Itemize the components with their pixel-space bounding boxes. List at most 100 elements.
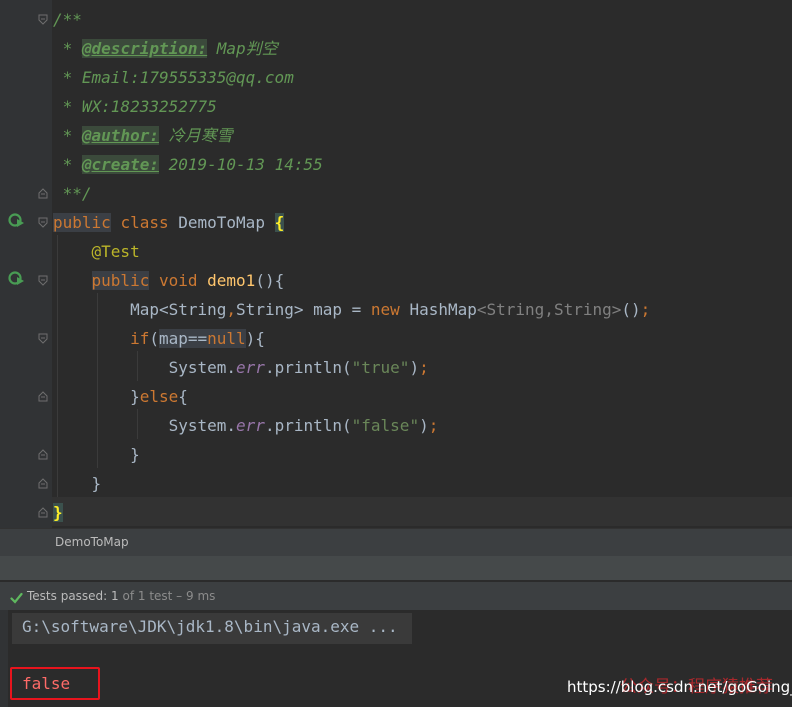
fold-icon[interactable] <box>38 217 48 228</box>
code-text: ; <box>640 300 651 319</box>
code-text: ){ <box>245 329 265 348</box>
code-line: System.err.println("false"); <box>53 411 439 440</box>
code-text: ) <box>409 358 420 377</box>
code-line: **/ <box>53 179 92 208</box>
keyword: public <box>53 213 111 232</box>
variable: map <box>158 329 188 348</box>
class-name: DemoToMap <box>178 213 265 232</box>
fold-icon[interactable] <box>38 275 48 286</box>
code-text: System. <box>168 358 237 377</box>
code-text: < <box>158 300 169 319</box>
comment-text: * WX:18233252775 <box>53 97 217 116</box>
code-text: HashMap <box>399 300 477 319</box>
code-text: System. <box>168 416 237 435</box>
tool-window-header <box>0 556 792 580</box>
run-test-icon[interactable] <box>8 270 26 288</box>
comment-text: Map判空 <box>207 39 278 58</box>
comment-text: * Email:179555335@qq.com <box>53 68 294 87</box>
code-text: String <box>236 300 294 319</box>
code-text: > map = <box>293 300 371 319</box>
code-text: ; <box>419 358 429 377</box>
code-line: Map<String,String> map = new HashMap<Str… <box>53 295 650 324</box>
code-text: String <box>168 300 227 319</box>
code-line: * Email:179555335@qq.com <box>53 63 294 92</box>
doc-tag: @description: <box>81 39 208 58</box>
fold-icon[interactable] <box>38 188 48 199</box>
comment-text: /** <box>53 10 82 29</box>
code-text: () <box>621 300 641 319</box>
fold-icon[interactable] <box>38 391 48 402</box>
comment-text: 2019-10-13 14:55 <box>158 155 323 174</box>
code-text: } <box>130 387 140 406</box>
fold-icon[interactable] <box>38 333 48 344</box>
code-line: * @create: 2019-10-13 14:55 <box>53 150 323 179</box>
code-text: .println( <box>264 358 352 377</box>
code-line: public void demo1(){ <box>53 266 284 295</box>
code-text: } <box>130 445 140 464</box>
code-line: } <box>53 440 140 469</box>
code-line: }else{ <box>53 382 188 411</box>
annotation: @Test <box>91 242 140 261</box>
method-name: demo1 <box>207 271 256 290</box>
comment-text: * <box>53 155 82 174</box>
fold-icon[interactable] <box>38 507 48 518</box>
breadcrumb: DemoToMap <box>0 528 792 556</box>
console-command: G:\software\JDK\jdk1.8\bin\java.exe ... <box>22 617 398 636</box>
code-line: @Test <box>53 237 140 266</box>
fold-icon[interactable] <box>38 449 48 460</box>
run-test-icon[interactable] <box>8 212 26 230</box>
code-text: Map <box>130 300 159 319</box>
doc-tag: @create: <box>81 155 159 174</box>
code-text: ( <box>149 329 159 348</box>
code-text: } <box>91 474 102 493</box>
code-text: .println( <box>264 416 352 435</box>
string-literal: "false" <box>351 416 420 435</box>
field: err <box>236 416 265 435</box>
watermark: https://blog.csdn.net/goGoing_ <box>567 678 792 696</box>
code-line: System.err.println("true"); <box>53 353 429 382</box>
keyword: else <box>139 387 179 406</box>
generic-args: <String,String> <box>476 300 622 319</box>
code-text: , <box>226 300 237 319</box>
code-text: == <box>187 329 208 348</box>
code-text: (){ <box>255 271 285 290</box>
comment-text: * <box>53 126 82 145</box>
code-text: { <box>178 387 188 406</box>
highlight-box <box>10 667 100 700</box>
field: err <box>236 358 265 377</box>
comment-text: 冷月寒雪 <box>158 126 233 145</box>
check-icon <box>10 589 23 608</box>
code-line: * @description: Map判空 <box>53 34 278 63</box>
current-line-highlight <box>52 497 792 526</box>
fold-icon[interactable] <box>38 14 48 25</box>
console-gutter <box>0 610 8 707</box>
fold-icon[interactable] <box>38 478 48 489</box>
matched-brace: } <box>53 503 63 522</box>
keyword: if <box>130 329 150 348</box>
doc-tag: @author: <box>81 126 159 145</box>
code-text: ; <box>428 416 439 435</box>
breadcrumb-item[interactable]: DemoToMap <box>55 535 129 549</box>
code-editor[interactable]: /** * @description: Map判空 * Email:179555… <box>0 0 792 528</box>
keyword: new <box>370 300 400 319</box>
keyword: class <box>120 213 169 232</box>
code-line: * @author: 冷月寒雪 <box>53 121 233 150</box>
code-line: /** <box>53 5 82 34</box>
code-line: public class DemoToMap { <box>53 208 285 237</box>
test-summary: Tests passed: 1 of 1 test – 9 ms <box>27 589 215 603</box>
comment-text: **/ <box>53 184 92 203</box>
code-line: * WX:18233252775 <box>53 92 217 121</box>
passed-count: 1 <box>107 589 119 603</box>
string-literal: "true" <box>351 358 410 377</box>
code-text: ) <box>419 416 429 435</box>
passed-label: Tests passed: <box>27 589 108 603</box>
code-line: } <box>53 469 102 498</box>
matched-brace: { <box>274 213 285 232</box>
code-line: if(map==null){ <box>53 324 265 353</box>
test-detail: of 1 test – 9 ms <box>118 589 216 603</box>
comment-text: * <box>53 39 82 58</box>
test-status-bar: Tests passed: 1 of 1 test – 9 ms <box>0 581 792 610</box>
keyword: void <box>158 271 198 290</box>
keyword: public <box>91 271 150 290</box>
code-line: } <box>53 498 63 527</box>
